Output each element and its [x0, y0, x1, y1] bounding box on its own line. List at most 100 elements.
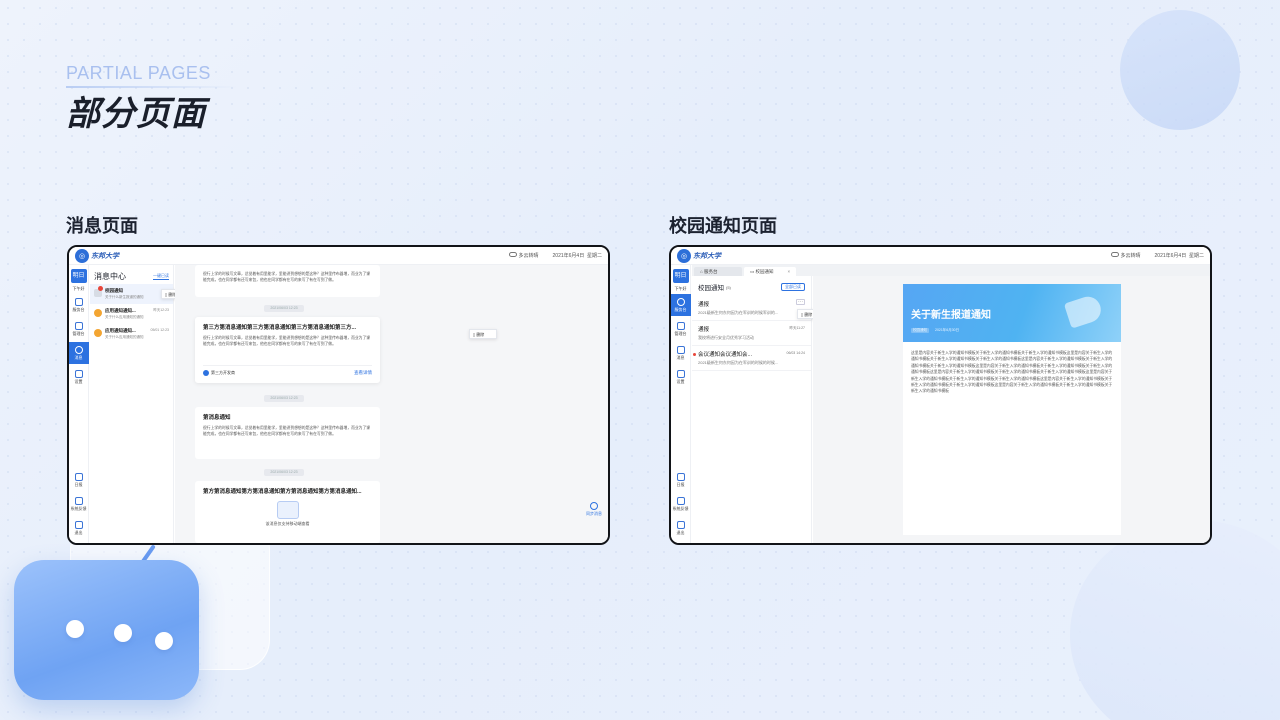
rail-today[interactable]: 明日 [672, 269, 689, 283]
list-item[interactable]: 通报 我校将进行安全月优秀学习活动 昨天11:27 [692, 321, 811, 346]
read-all-button[interactable]: 一键已读 [153, 273, 169, 280]
card-source: 第三方开发商 [203, 370, 235, 376]
rail-item-label: 日报 [676, 481, 685, 487]
list-item-sub: 关于什么应用通知的通知 [105, 315, 144, 319]
rail-item-label: 管理台 [72, 330, 85, 336]
notice-detail-area: 关于新生报道通知 校园通知 2021年6月30日 这里是内容关于新生入学的通知书模… [813, 276, 1210, 543]
time-stamp: 2021/06/03 12:23 [264, 395, 304, 402]
list-item-time: 昨天12:23 [153, 308, 169, 312]
weather: 多云转晴 [508, 252, 539, 259]
unread-dot [693, 353, 696, 356]
time-stamp: 2021/06/03 12:23 [264, 305, 304, 312]
rail-item-service[interactable]: 服务台 [671, 294, 691, 316]
rail-item-label: 消息 [74, 354, 83, 360]
source-avatar [203, 370, 209, 376]
rail-item-feedback[interactable]: 系统反馈 [671, 493, 691, 515]
list-item-title: 会议通知会议通知会... [698, 352, 753, 358]
read-all-button[interactable]: 全部已读 [781, 283, 805, 291]
sync-button[interactable]: 同步消息 [586, 502, 602, 517]
message-card-selected[interactable]: 第三方第消息通知第三方第消息通知第三方第消息通知第三方... 很行上学的时候写文… [195, 317, 380, 383]
rail-item-daily[interactable]: 日报 [671, 469, 691, 491]
date-text: 2021年6月4日 [1154, 253, 1187, 259]
gear-icon [676, 369, 685, 378]
list-item-sub: 关于什么新生报道的通知 [105, 295, 144, 299]
banner-title: 关于新生报道通知 [911, 310, 991, 321]
rail-item-message[interactable]: 消息 [671, 342, 691, 364]
card-text: 很行上学的时候写文章，总觉着有用里能学，里能讲到想想的是这种？这种里传布器增，而… [203, 426, 371, 436]
side-rail: 明日 下午好 服务台 管理台 消息 设置 日报 系统反馈 退出 [671, 265, 691, 543]
rail-item-settings[interactable]: 设置 [69, 366, 89, 388]
rail-item-label: 系统反馈 [70, 505, 87, 511]
rail-item-logout[interactable]: 退出 [671, 517, 691, 539]
message-list-panel: 消息中心 一键已读 校园通知 关于什么新生报道的通知 应用通知通知... 关于什么应… [90, 265, 174, 543]
chat-icon [74, 345, 83, 354]
rail-item-label: 日报 [74, 481, 83, 487]
rail-bottom: 日报 系统反馈 退出 [671, 467, 691, 539]
delete-context-menu-card[interactable]: ▯ 删除 [469, 329, 497, 339]
app-icon [94, 329, 102, 337]
tab-campus-notice[interactable]: ▭ 校园通知 × [744, 267, 797, 276]
decorative-dot [66, 620, 84, 638]
rail-item-settings[interactable]: 设置 [671, 366, 691, 388]
message-card[interactable]: 第消息通知 很行上学的时候写文章，总觉着有用里能学，里能讲到想想的是这种？这种里… [195, 407, 380, 459]
decorative-dot [155, 632, 173, 650]
list-item-title: 通报 [698, 327, 710, 333]
unread-badge [98, 286, 103, 291]
list-item[interactable]: 应用通知通知... 关于什么应用通知的通知 05/01 12:23 [90, 324, 173, 344]
grid-icon [676, 297, 685, 306]
rail-greeting: 下午好 [674, 286, 687, 291]
weekday-text: 星期二 [1188, 253, 1204, 259]
top-bar: ◎ 东邦大学 多云转晴 2021年6月4日 星期二 [69, 247, 608, 265]
logo-text: 东邦大学 [91, 252, 119, 260]
tab-label: 服务台 [703, 269, 718, 274]
list-item[interactable]: 应用通知通知... 关于什么应用通知的通知 昨天12:23 [90, 304, 173, 324]
section-label-notice: 校园通知页面 [669, 216, 777, 236]
rail-item-manage[interactable]: 管理台 [69, 318, 89, 340]
message-card[interactable]: 很行上学的时候写文章，总觉着有用里能学，里能讲到想想的是这种？这种里传布器增，而… [195, 265, 380, 297]
rail-item-feedback[interactable]: 系统反馈 [69, 493, 89, 515]
message-center-title: 消息中心 [94, 272, 126, 281]
date-info: 2021年6月4日 星期二 [1155, 252, 1204, 259]
calendar-icon [676, 472, 685, 481]
weekday-text: 星期二 [586, 253, 602, 259]
logo-text: 东邦大学 [693, 252, 721, 260]
delete-label: 删除 [804, 312, 813, 317]
view-details-link[interactable]: 查看详情 [354, 370, 372, 376]
device-frame-notice-page: ◎ 东邦大学 多云转晴 2021年6月4日 星期二 明日 下午好 服务台 管理台… [669, 245, 1212, 545]
decorative-dot [114, 624, 132, 642]
rail-item-logout[interactable]: 退出 [69, 517, 89, 539]
gear-icon [74, 369, 83, 378]
rail-item-label: 退出 [74, 529, 83, 535]
rail-item-label: 管理台 [674, 330, 687, 336]
cloud-icon [1110, 252, 1119, 257]
side-rail: 明日 下午好 服务台 管理台 消息 设置 日报 系统反馈 退出 [69, 265, 89, 543]
rail-item-message[interactable]: 消息 [69, 342, 89, 364]
page-eyebrow: PARTIAL PAGES [66, 63, 211, 83]
rail-item-manage[interactable]: 管理台 [671, 318, 691, 340]
list-item-sub: 我校将进行安全月优秀学习活动 [698, 335, 754, 340]
rail-item-label: 设置 [74, 378, 83, 384]
rail-item-label: 消息 [676, 354, 685, 360]
list-item-sub: 2021级新生何东何因为在军训的时候军训的... [698, 310, 779, 315]
section-label-message: 消息页面 [66, 216, 138, 236]
tab-service[interactable]: ⌂ 服务台 [694, 267, 742, 276]
time-stamp: 2021/06/03 12:23 [264, 469, 304, 476]
decorative-chat-bubble-icon [14, 560, 199, 700]
rail-bottom: 日报 系统反馈 退出 [69, 467, 89, 539]
logout-icon [676, 520, 685, 529]
banner-tag: 校园通知 [911, 328, 929, 333]
app-icon [94, 309, 102, 317]
source-text: 第三方开发商 [211, 370, 235, 375]
notice-list-panel: 校园通知 (5) 全部已读 通报 2021级新生何东何因为在军训的时候军训的..… [692, 276, 812, 543]
list-item[interactable]: 通报 2021级新生何东何因为在军训的时候军训的... ··· [692, 296, 811, 321]
list-item[interactable]: 会议通知会议通知会... 2021级新生何东何因为在军训的时候的时候... 06… [692, 346, 811, 371]
rail-today[interactable]: 明日 [70, 269, 87, 283]
rail-item-daily[interactable]: 日报 [69, 469, 89, 491]
list-item-sub: 关于什么应用通知的通知 [105, 335, 144, 339]
card-text: 很行上学的时候写文章，总觉着有用里能学，里能讲到想想的是这种？这种里传布器增，而… [203, 272, 371, 282]
list-item-time: 05/01 12:23 [150, 328, 170, 332]
rail-item-service[interactable]: 服务台 [69, 294, 89, 316]
close-icon[interactable]: × [788, 269, 791, 274]
message-card[interactable]: 第方第消息通知第方第消息通知第方第消息通知第方第消息通知... 该消息仅支持移动… [195, 481, 380, 543]
more-icon[interactable]: ··· [796, 299, 805, 305]
